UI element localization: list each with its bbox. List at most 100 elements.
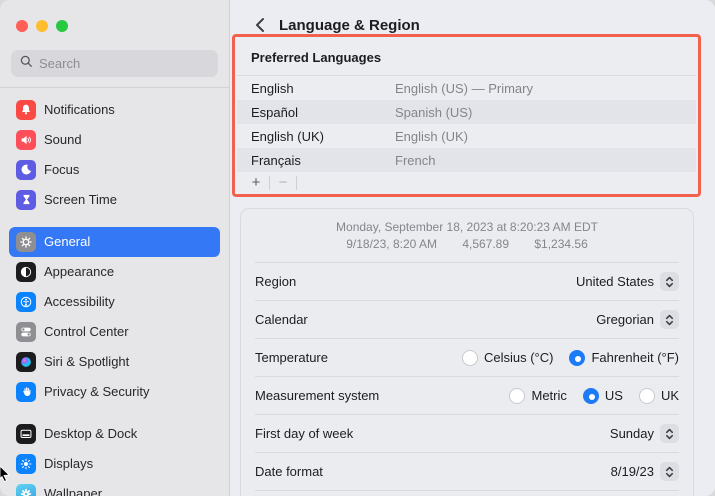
temperature-radio-group: Celsius (°C) Fahrenheit (°F) bbox=[462, 350, 679, 366]
sidebar-item-focus[interactable]: Focus bbox=[9, 155, 220, 185]
calendar-value: Gregorian bbox=[596, 312, 654, 327]
language-list-toolbar: + − bbox=[237, 172, 696, 192]
format-preview-date: Monday, September 18, 2023 at 8:20:23 AM… bbox=[241, 219, 693, 236]
toggles-icon bbox=[16, 322, 36, 342]
bell-icon bbox=[16, 100, 36, 120]
language-row-espanol[interactable]: Español Spanish (US) bbox=[237, 100, 696, 124]
sidebar-item-siri-spotlight[interactable]: Siri & Spotlight bbox=[9, 347, 220, 377]
sidebar-item-appearance[interactable]: Appearance bbox=[9, 257, 220, 287]
language-name: Français bbox=[251, 153, 395, 168]
sidebar-item-label: Screen Time bbox=[44, 192, 117, 207]
region-select[interactable]: United States bbox=[576, 272, 679, 291]
date-format-select[interactable]: 8/19/23 bbox=[611, 462, 679, 481]
format-preview-short-date: 9/18/23, 8:20 AM bbox=[346, 237, 437, 251]
sidebar-item-label: Wallpaper bbox=[44, 486, 102, 496]
mouse-cursor bbox=[0, 466, 10, 482]
add-language-button[interactable]: + bbox=[243, 173, 269, 192]
first-day-select[interactable]: Sunday bbox=[610, 424, 679, 443]
preferred-languages-title: Preferred Languages bbox=[237, 39, 696, 76]
date-format-value: 8/19/23 bbox=[611, 464, 654, 479]
system-settings-window: Search Notifications Sound F bbox=[0, 0, 715, 496]
dock-icon bbox=[16, 424, 36, 444]
sidebar-item-label: Accessibility bbox=[44, 294, 115, 309]
radio-icon bbox=[462, 350, 478, 366]
sidebar-item-displays[interactable]: Displays bbox=[9, 449, 220, 479]
page-title: Language & Region bbox=[279, 17, 420, 34]
window-controls bbox=[0, 0, 229, 46]
calendar-select[interactable]: Gregorian bbox=[596, 310, 679, 329]
radio-selected-icon bbox=[583, 388, 599, 404]
language-detail: French bbox=[395, 153, 435, 168]
language-detail: Spanish (US) bbox=[395, 105, 472, 120]
language-row-english[interactable]: English English (US) — Primary bbox=[237, 76, 696, 100]
sidebar-item-general[interactable]: General bbox=[9, 227, 220, 257]
sidebar-item-label: General bbox=[44, 234, 90, 249]
chevron-up-down-icon bbox=[660, 272, 679, 291]
temperature-label: Temperature bbox=[255, 350, 328, 365]
sidebar-item-label: Siri & Spotlight bbox=[44, 354, 129, 369]
chevron-up-down-icon bbox=[660, 310, 679, 329]
sidebar-item-screen-time[interactable]: Screen Time bbox=[9, 185, 220, 215]
measurement-label: Measurement system bbox=[255, 388, 379, 403]
first-day-label: First day of week bbox=[255, 426, 353, 441]
format-preview: Monday, September 18, 2023 at 8:20:23 AM… bbox=[241, 209, 693, 262]
sidebar-item-desktop-dock[interactable]: Desktop & Dock bbox=[9, 419, 220, 449]
calendar-label: Calendar bbox=[255, 312, 308, 327]
sidebar: Search Notifications Sound F bbox=[0, 0, 230, 496]
search-input[interactable]: Search bbox=[11, 50, 218, 77]
language-name: English bbox=[251, 81, 395, 96]
language-name: Español bbox=[251, 105, 395, 120]
sidebar-item-accessibility[interactable]: Accessibility bbox=[9, 287, 220, 317]
language-region-pane: Language & Region Preferred Languages En… bbox=[230, 0, 715, 496]
sidebar-item-wallpaper[interactable]: Wallpaper bbox=[9, 479, 220, 496]
sidebar-item-label: Focus bbox=[44, 162, 79, 177]
language-row-english-uk[interactable]: English (UK) English (UK) bbox=[237, 124, 696, 148]
sidebar-item-notifications[interactable]: Notifications bbox=[9, 95, 220, 125]
sidebar-item-label: Displays bbox=[44, 456, 93, 471]
siri-orb-icon bbox=[16, 352, 36, 372]
hand-icon bbox=[16, 382, 36, 402]
language-detail: English (UK) bbox=[395, 129, 468, 144]
language-name: English (UK) bbox=[251, 129, 395, 144]
sidebar-nav: Notifications Sound Focus Screen Time bbox=[0, 88, 229, 496]
date-format-label: Date format bbox=[255, 464, 323, 479]
preferred-languages-card: Preferred Languages English English (US)… bbox=[237, 39, 696, 192]
measurement-row: Measurement system Metric US UK bbox=[241, 377, 693, 414]
toolbar-divider bbox=[296, 176, 297, 190]
region-settings-card: Monday, September 18, 2023 at 8:20:23 AM… bbox=[240, 208, 694, 496]
uk-radio[interactable]: UK bbox=[639, 388, 679, 404]
radio-selected-icon bbox=[569, 350, 585, 366]
sidebar-item-privacy-security[interactable]: Privacy & Security bbox=[9, 377, 220, 407]
radio-icon bbox=[639, 388, 655, 404]
us-radio[interactable]: US bbox=[583, 388, 623, 404]
language-row-francais[interactable]: Français French bbox=[237, 148, 696, 172]
search-icon bbox=[19, 54, 33, 73]
half-circle-icon bbox=[16, 262, 36, 282]
fahrenheit-radio[interactable]: Fahrenheit (°F) bbox=[569, 350, 679, 366]
sidebar-item-label: Control Center bbox=[44, 324, 129, 339]
back-button[interactable] bbox=[251, 16, 269, 34]
measurement-radio-group: Metric US UK bbox=[509, 388, 679, 404]
sun-icon bbox=[16, 454, 36, 474]
calendar-row: Calendar Gregorian bbox=[241, 301, 693, 338]
sidebar-item-label: Notifications bbox=[44, 102, 115, 117]
region-value: United States bbox=[576, 274, 654, 289]
sidebar-item-sound[interactable]: Sound bbox=[9, 125, 220, 155]
first-day-row: First day of week Sunday bbox=[241, 415, 693, 452]
celsius-radio[interactable]: Celsius (°C) bbox=[462, 350, 553, 366]
gear-icon bbox=[16, 232, 36, 252]
date-format-row: Date format 8/19/23 bbox=[241, 453, 693, 490]
close-window-button[interactable] bbox=[16, 20, 28, 32]
sidebar-item-label: Appearance bbox=[44, 264, 114, 279]
minimize-window-button[interactable] bbox=[36, 20, 48, 32]
sidebar-item-label: Desktop & Dock bbox=[44, 426, 137, 441]
sidebar-item-label: Privacy & Security bbox=[44, 384, 149, 399]
accessibility-icon bbox=[16, 292, 36, 312]
remove-language-button[interactable]: − bbox=[270, 173, 296, 192]
metric-radio[interactable]: Metric bbox=[509, 388, 566, 404]
first-day-value: Sunday bbox=[610, 426, 654, 441]
hourglass-icon bbox=[16, 190, 36, 210]
sidebar-item-control-center[interactable]: Control Center bbox=[9, 317, 220, 347]
zoom-window-button[interactable] bbox=[56, 20, 68, 32]
flower-icon bbox=[16, 484, 36, 496]
